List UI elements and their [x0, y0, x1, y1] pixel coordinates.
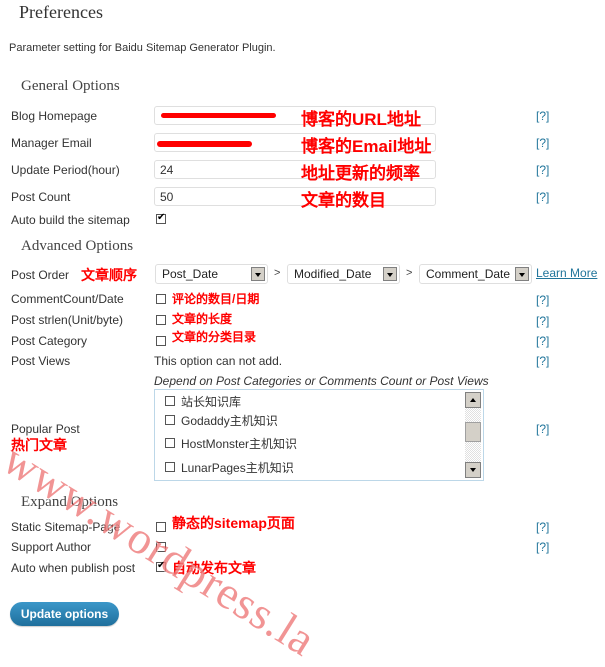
select-2-value: Modified_Date — [294, 267, 372, 281]
post-strlen-label: Post strlen(Unit/byte) — [11, 313, 124, 327]
post-count-value: 50 — [160, 190, 174, 204]
blog-homepage-label: Blog Homepage — [11, 109, 98, 123]
update-period-label: Update Period(hour) — [11, 163, 120, 177]
chevron-down-icon — [251, 267, 265, 281]
blog-homepage-annotation: 博客的URL地址 — [301, 110, 421, 129]
help-link-blog-homepage[interactable]: [?] — [536, 109, 549, 123]
category-checkbox[interactable] — [165, 396, 175, 406]
popular-post-label: Popular Post — [11, 422, 80, 436]
chevron-down-icon — [515, 267, 529, 281]
static-sitemap-label: Static Sitemap-Page — [11, 520, 121, 534]
post-order-select-3[interactable]: Comment_Date — [419, 264, 532, 284]
expand-options-heading: Expand Options — [21, 494, 119, 510]
post-order-select-2[interactable]: Modified_Date — [287, 264, 400, 284]
category-label: Godaddy主机知识 — [181, 414, 278, 428]
update-period-value: 24 — [160, 163, 174, 177]
general-options-heading: General Options — [21, 78, 120, 94]
help-link-post-category[interactable]: [?] — [536, 334, 549, 348]
help-link-update-period[interactable]: [?] — [536, 163, 549, 177]
advanced-options-heading: Advanced Options — [21, 238, 134, 254]
page-title: Preferences — [19, 2, 103, 22]
category-checkbox[interactable] — [165, 462, 175, 472]
manager-email-annotation: 博客的Email地址 — [301, 137, 432, 156]
learn-more-link[interactable]: Learn More — [536, 266, 597, 280]
post-strlen-checkbox[interactable] — [156, 315, 166, 325]
scroll-thumb[interactable] — [465, 422, 481, 442]
list-scrollbar[interactable] — [465, 392, 481, 478]
post-order-label: Post Order — [11, 268, 70, 282]
help-link-static-sitemap[interactable]: [?] — [536, 520, 549, 534]
select-3-value: Comment_Date — [426, 267, 511, 281]
static-sitemap-checkbox[interactable] — [156, 522, 166, 532]
manager-email-label: Manager Email — [11, 136, 92, 150]
post-category-checkbox[interactable] — [156, 336, 166, 346]
post-strlen-annotation: 文章的长度 — [172, 312, 233, 326]
page-description: Parameter setting for Baidu Sitemap Gene… — [9, 42, 276, 54]
auto-publish-checkbox[interactable] — [156, 560, 166, 572]
post-views-note: This option can not add. — [154, 354, 283, 368]
redaction-mark — [161, 113, 276, 118]
chevron-down-icon — [383, 267, 397, 281]
post-count-annotation: 文章的数目 — [301, 191, 386, 210]
help-link-post-strlen[interactable]: [?] — [536, 314, 549, 328]
auto-publish-annotation: 自动发布文章 — [172, 560, 256, 576]
scroll-down-arrow-icon[interactable] — [465, 462, 481, 478]
update-period-input[interactable]: 24 地址更新的频率 — [154, 160, 436, 183]
auto-publish-label: Auto when publish post — [11, 561, 136, 575]
support-author-checkbox[interactable] — [156, 542, 166, 552]
comment-count-annotation: 评论的数目/日期 — [172, 292, 260, 306]
help-link-post-views[interactable]: [?] — [536, 354, 549, 368]
comment-count-checkbox[interactable] — [156, 294, 166, 304]
update-options-button[interactable]: Update options — [10, 602, 119, 626]
category-label: LunarPages主机知识 — [181, 461, 294, 475]
auto-build-label: Auto build the sitemap — [11, 213, 130, 227]
help-link-support-author[interactable]: [?] — [536, 540, 549, 554]
post-order-select-1[interactable]: Post_Date — [155, 264, 268, 284]
help-link-comment-count[interactable]: [?] — [536, 293, 549, 307]
post-count-input[interactable]: 50 文章的数目 — [154, 187, 436, 210]
redaction-mark — [157, 141, 252, 147]
popular-post-hint: Depend on Post Categories or Comments Co… — [154, 374, 489, 388]
select-1-value: Post_Date — [162, 267, 219, 281]
post-category-label: Post Category — [11, 334, 88, 348]
post-category-annotation: 文章的分类目录 — [172, 330, 257, 344]
scroll-up-arrow-icon[interactable] — [465, 392, 481, 408]
static-sitemap-annotation: 静态的sitemap页面 — [172, 515, 295, 531]
popular-post-annotation: 热门文章 — [11, 437, 67, 453]
blog-homepage-input[interactable]: 博客的URL地址 — [154, 106, 436, 129]
category-checkbox[interactable] — [165, 438, 175, 448]
help-link-popular-post[interactable]: [?] — [536, 422, 549, 436]
manager-email-input[interactable]: 博客的Email地址 — [154, 133, 436, 156]
update-period-annotation: 地址更新的频率 — [301, 164, 420, 183]
auto-build-checkbox[interactable] — [156, 212, 166, 224]
help-link-post-count[interactable]: [?] — [536, 190, 549, 204]
post-count-label: Post Count — [11, 190, 71, 204]
category-checkbox[interactable] — [165, 415, 175, 425]
order-separator: > — [406, 267, 413, 279]
support-author-label: Support Author — [11, 540, 92, 554]
comment-count-label: CommentCount/Date — [11, 292, 124, 306]
order-separator: > — [274, 267, 281, 279]
category-label: HostMonster主机知识 — [181, 437, 298, 451]
category-label: 站长知识库 — [181, 395, 242, 409]
post-order-annotation: 文章顺序 — [81, 267, 137, 283]
popular-post-category-list[interactable]: 站长知识库 Godaddy主机知识 HostMonster主机知识 LunarP… — [154, 389, 484, 481]
post-views-label: Post Views — [11, 354, 71, 368]
help-link-manager-email[interactable]: [?] — [536, 136, 549, 150]
